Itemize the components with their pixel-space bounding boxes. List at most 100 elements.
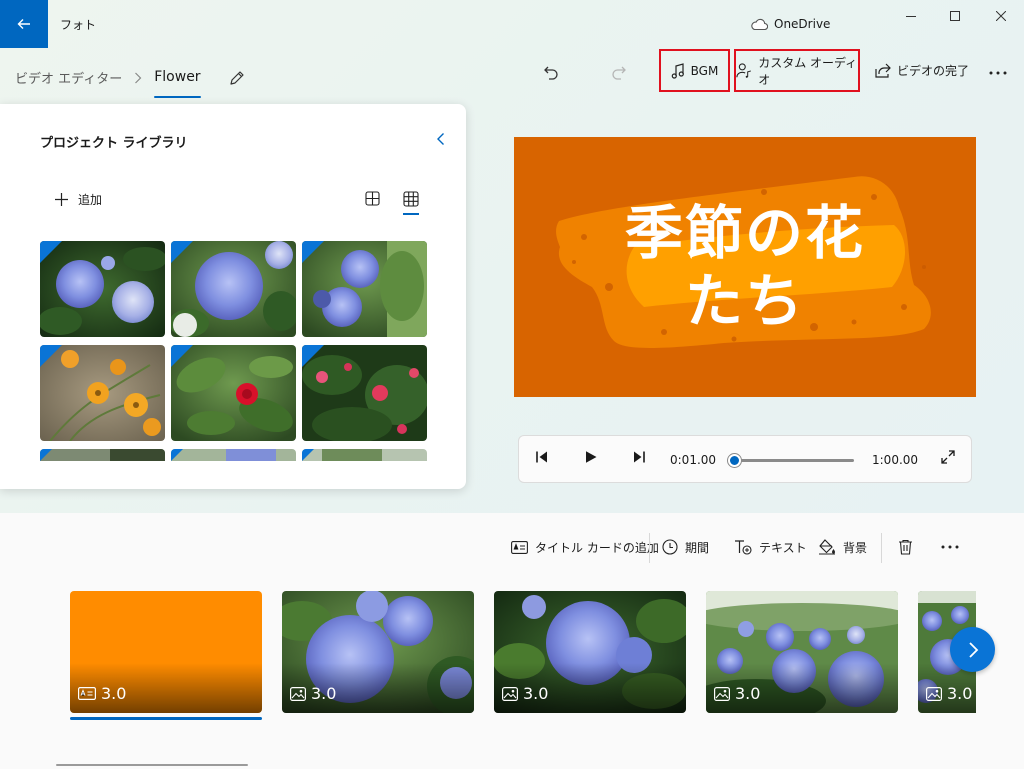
duration-label: 期間 xyxy=(685,540,710,555)
library-thumbnail[interactable] xyxy=(171,345,296,441)
used-in-project-marker xyxy=(302,241,324,263)
onedrive-label: OneDrive xyxy=(774,17,831,31)
video-preview: 季節の花 たち xyxy=(514,137,976,397)
used-in-project-marker xyxy=(171,449,183,461)
seek-bar-track[interactable] xyxy=(734,459,854,462)
small-thumbnail-view-button[interactable] xyxy=(403,191,419,215)
cloud-icon xyxy=(751,18,768,30)
onedrive-status[interactable]: OneDrive xyxy=(750,17,830,31)
undo-icon xyxy=(544,66,558,80)
selected-clip-indicator xyxy=(70,717,262,720)
clip-duration-badge: 3.0 xyxy=(502,684,548,703)
person-music-icon xyxy=(736,63,751,78)
share-icon xyxy=(875,63,891,78)
storyboard-clip-title-card[interactable]: 3.0 xyxy=(70,591,262,713)
chevron-right-icon xyxy=(968,641,978,658)
close-icon xyxy=(996,11,1006,21)
fullscreen-button[interactable] xyxy=(941,450,955,464)
clip-duration-badge: 3.0 xyxy=(78,684,126,703)
bgm-button[interactable]: BGM xyxy=(659,49,730,92)
scroll-next-button[interactable] xyxy=(950,627,995,672)
clip-duration: 3.0 xyxy=(101,684,127,703)
toolbar-divider xyxy=(649,533,650,563)
library-thumbnail[interactable] xyxy=(302,241,427,337)
storyboard-more-button[interactable] xyxy=(941,537,959,557)
add-label: 追加 xyxy=(78,193,103,207)
skip-forward-icon xyxy=(634,451,645,463)
finish-video-label: ビデオの完了 xyxy=(896,64,969,78)
title-card-icon xyxy=(511,540,528,554)
maximize-button[interactable] xyxy=(932,0,978,32)
paint-bucket-icon xyxy=(819,539,835,555)
minimize-icon xyxy=(906,16,916,17)
clip-duration-badge: 3.0 xyxy=(926,684,972,703)
redo-button[interactable] xyxy=(607,61,631,85)
library-thumbnail[interactable] xyxy=(40,449,165,461)
image-icon xyxy=(714,686,730,701)
used-in-project-marker xyxy=(171,241,193,263)
clip-duration: 3.0 xyxy=(523,684,549,703)
maximize-icon xyxy=(950,11,960,21)
used-in-project-marker xyxy=(40,241,62,263)
library-thumbnail[interactable] xyxy=(171,449,296,461)
chevron-right-icon xyxy=(134,72,142,84)
collapse-library-button[interactable] xyxy=(436,132,446,146)
clock-icon xyxy=(662,539,678,555)
clip-duration: 3.0 xyxy=(735,684,761,703)
add-media-button[interactable]: 追加 xyxy=(55,191,102,208)
project-name: Flower xyxy=(154,69,201,98)
breadcrumb-video-editor[interactable]: ビデオ エディター xyxy=(15,68,122,87)
expand-icon xyxy=(941,450,955,464)
seek-bar-thumb[interactable] xyxy=(728,454,741,467)
library-thumbnail[interactable] xyxy=(302,345,427,441)
more-options-button[interactable] xyxy=(986,61,1010,85)
clip-duration: 3.0 xyxy=(947,684,973,703)
add-title-card-button[interactable]: タイトル カードの追加 xyxy=(511,537,659,557)
previous-frame-button[interactable] xyxy=(535,450,549,464)
large-thumbnail-view-button[interactable] xyxy=(365,191,380,206)
back-button[interactable] xyxy=(0,0,48,48)
storyboard-scrollbar[interactable] xyxy=(56,764,248,766)
grid-3x3-icon xyxy=(403,191,419,207)
grid-2x2-icon xyxy=(365,191,380,206)
more-icon xyxy=(989,71,1007,75)
toolbar-divider xyxy=(881,533,882,563)
duration-button[interactable]: 期間 xyxy=(662,537,709,557)
clip-duration: 3.0 xyxy=(311,684,337,703)
finish-video-button[interactable]: ビデオの完了 xyxy=(874,49,970,92)
library-thumbnail[interactable] xyxy=(302,449,427,461)
image-icon xyxy=(926,686,942,701)
custom-audio-button[interactable]: カスタム オーディオ xyxy=(734,49,860,92)
title-card-text: 季節の花 たち xyxy=(514,199,976,335)
undo-button[interactable] xyxy=(539,61,563,85)
used-in-project-marker xyxy=(302,449,314,461)
library-thumbnail[interactable] xyxy=(40,345,165,441)
background-label: 背景 xyxy=(843,540,868,555)
image-icon xyxy=(290,686,306,701)
clip-duration-badge: 3.0 xyxy=(714,684,760,703)
close-button[interactable] xyxy=(978,0,1024,32)
library-thumbnail[interactable] xyxy=(171,241,296,337)
plus-icon xyxy=(55,193,68,206)
minimize-button[interactable] xyxy=(888,0,934,32)
app-title: フォト xyxy=(60,18,97,32)
title-line-1: 季節の花 xyxy=(624,199,865,267)
rename-project-button[interactable] xyxy=(229,70,245,86)
next-frame-button[interactable] xyxy=(632,450,646,464)
library-thumbnail[interactable] xyxy=(40,241,165,337)
play-button[interactable] xyxy=(584,450,598,464)
pencil-icon xyxy=(229,70,244,85)
text-button[interactable]: テキスト xyxy=(734,537,807,557)
storyboard-clip-image[interactable]: 3.0 xyxy=(706,591,898,713)
image-icon xyxy=(502,686,518,701)
arrow-left-icon xyxy=(17,19,30,29)
clip-duration-badge: 3.0 xyxy=(290,684,336,703)
add-title-card-label: タイトル カードの追加 xyxy=(535,540,659,555)
delete-button[interactable] xyxy=(898,537,913,557)
storyboard-clip-image[interactable]: 3.0 xyxy=(282,591,474,713)
text-label: テキスト xyxy=(759,540,807,555)
chevron-left-icon xyxy=(437,133,444,145)
background-button[interactable]: 背景 xyxy=(818,537,867,557)
breadcrumb: ビデオ エディター Flower xyxy=(15,63,245,98)
storyboard-clip-image[interactable]: 3.0 xyxy=(494,591,686,713)
